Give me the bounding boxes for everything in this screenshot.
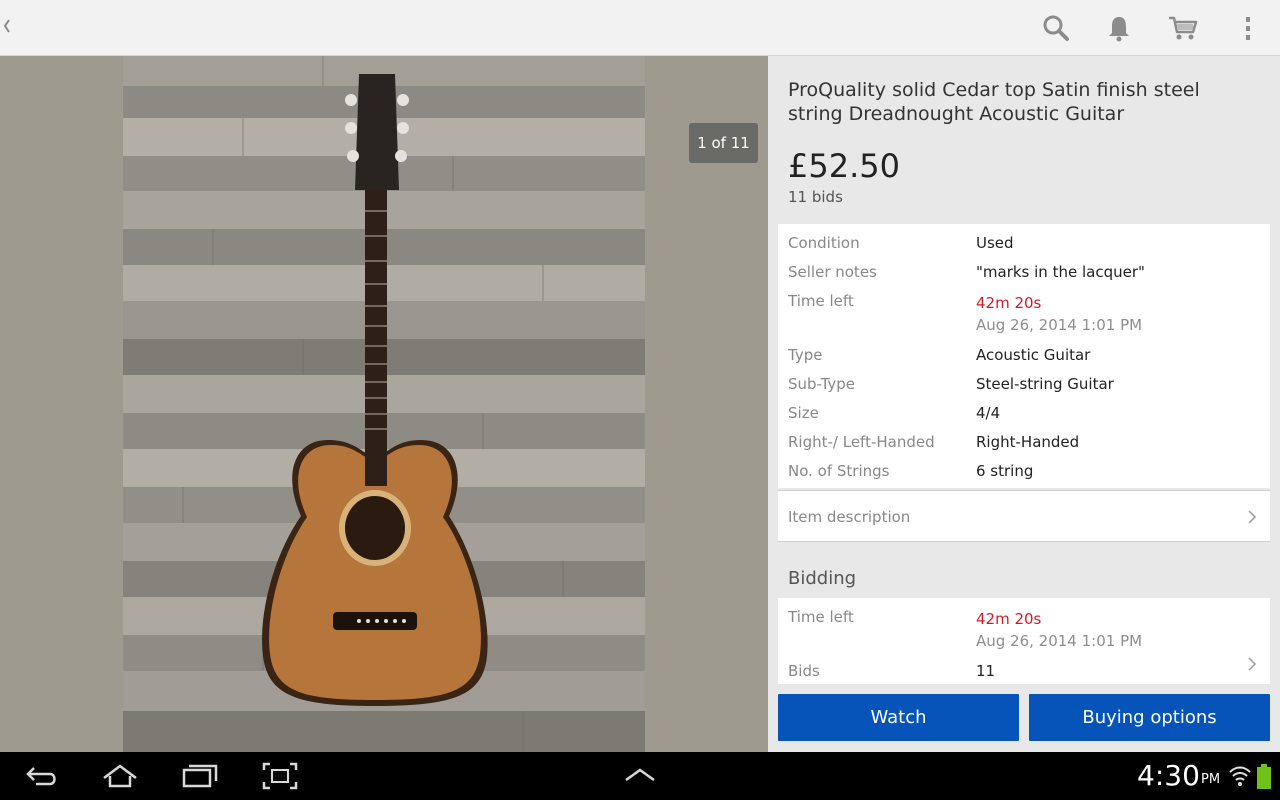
chevron-right-icon: [1246, 509, 1258, 525]
clock-ampm: PM: [1201, 772, 1221, 787]
end-date: Aug 26, 2014 1:01 PM: [976, 316, 1143, 334]
home-icon[interactable]: [100, 760, 140, 792]
end-date: Aug 26, 2014 1:01 PM: [976, 632, 1143, 650]
item-title: ProQuality solid Cedar top Satin finish …: [788, 79, 1200, 125]
spec-label: Time left: [788, 292, 854, 310]
action-buttons: Watch Buying options: [768, 684, 1280, 752]
search-icon[interactable]: [1040, 12, 1072, 44]
spec-value: 11: [976, 662, 996, 680]
bidding-card[interactable]: Time left 42m 20s Aug 26, 2014 1:01 PM B…: [778, 598, 1270, 688]
spec-label: Size: [788, 404, 819, 422]
wifi-icon: [1228, 764, 1252, 788]
photo-counter: 1 of 11: [689, 123, 758, 163]
screenshot-icon[interactable]: [260, 760, 300, 792]
battery-icon: [1256, 764, 1272, 790]
system-nav-bar: 4:30 PM: [0, 752, 1280, 800]
chevron-left-icon[interactable]: [2, 16, 16, 40]
spec-label: Right-/ Left-Handed: [788, 433, 935, 451]
item-price: £52.50: [788, 147, 900, 185]
cart-icon[interactable]: [1167, 12, 1199, 44]
spec-value: "marks in the lacquer": [976, 263, 1145, 281]
chevron-right-icon: [1246, 656, 1258, 672]
spec-value: Used: [976, 234, 1014, 252]
spec-value: Right-Handed: [976, 433, 1080, 451]
watch-button[interactable]: Watch: [778, 694, 1019, 741]
time-left-value: 42m 20s: [976, 294, 1042, 312]
time-left-value: 42m 20s: [976, 610, 1042, 628]
item-details: ProQuality solid Cedar top Satin finish …: [768, 56, 1280, 752]
bell-icon[interactable]: [1103, 12, 1135, 44]
overflow-menu-icon[interactable]: [1232, 12, 1264, 44]
spec-value: Acoustic Guitar: [976, 346, 1091, 364]
action-bar: [0, 0, 1280, 56]
chevron-up-icon[interactable]: [620, 760, 660, 792]
bid-count: 11 bids: [788, 188, 843, 206]
clock-time: 4:30: [1137, 759, 1200, 792]
bidding-heading: Bidding: [788, 568, 857, 589]
spec-value: 6 string: [976, 462, 1034, 480]
item-description-row[interactable]: Item description: [778, 490, 1270, 542]
spec-label: No. of Strings: [788, 462, 890, 480]
guitar-photo[interactable]: [123, 56, 645, 752]
recent-apps-icon[interactable]: [180, 760, 220, 792]
spec-label: Time left: [788, 608, 854, 626]
spec-label: Seller notes: [788, 263, 877, 281]
spec-value: Steel-string Guitar: [976, 375, 1114, 393]
spec-label: Bids: [788, 662, 820, 680]
spec-label: Type: [788, 346, 823, 364]
buying-options-button[interactable]: Buying options: [1029, 694, 1270, 741]
spec-label: Sub-Type: [788, 375, 856, 393]
item-description-label: Item description: [788, 508, 911, 526]
photo-gallery[interactable]: 1 of 11: [0, 56, 768, 752]
back-icon[interactable]: [22, 760, 62, 792]
spec-value: 4/4: [976, 404, 1001, 422]
spec-label: Condition: [788, 234, 860, 252]
item-specifics: Condition Used Seller notes "marks in th…: [778, 224, 1270, 488]
